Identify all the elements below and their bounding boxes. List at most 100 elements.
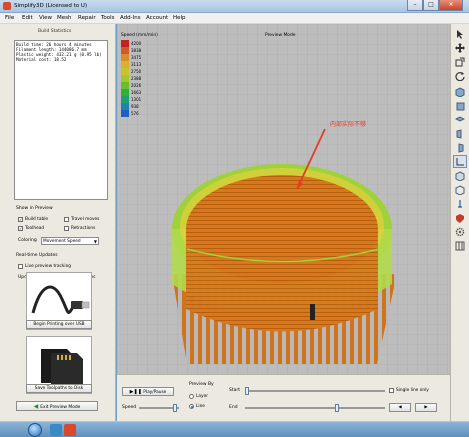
menu-repair[interactable]: Repair xyxy=(78,15,96,21)
grid-icon[interactable] xyxy=(453,239,467,252)
menu-bar: File Edit View Mesh Repair Tools Add-Ins… xyxy=(0,13,469,24)
minimize-button[interactable]: – xyxy=(407,0,423,11)
right-view-icon[interactable] xyxy=(453,141,467,154)
show-in-preview-title: Show in Preview xyxy=(16,206,53,211)
taskbar xyxy=(0,421,469,437)
legend-swatch xyxy=(121,54,129,61)
app-icon xyxy=(3,2,11,10)
checkbox-box xyxy=(389,388,394,393)
radio-circle xyxy=(189,394,194,399)
menu-mesh[interactable]: Mesh xyxy=(57,15,71,21)
play-pause-label: Play/Pause xyxy=(143,390,167,395)
legend-swatch xyxy=(121,82,129,89)
preview-viewport[interactable]: Speed (mm/min) 4200 3838 3475 3113 2750 2388 2… xyxy=(117,24,450,374)
shield-icon[interactable] xyxy=(453,211,467,224)
line-radio[interactable]: Line xyxy=(189,404,205,409)
start-slider-track[interactable] xyxy=(245,390,385,392)
taskbar-app-icon[interactable] xyxy=(50,424,62,436)
top-view-icon[interactable] xyxy=(453,113,467,126)
settings-icon[interactable] xyxy=(453,225,467,238)
legend-swatch xyxy=(121,110,129,117)
start-button[interactable] xyxy=(28,423,42,437)
live-preview-label: Live preview tracking xyxy=(25,264,72,269)
scale-icon[interactable] xyxy=(453,55,467,68)
legend-swatch xyxy=(121,61,129,68)
preview-controls: ▶❚❚ Play/Pause Speed Preview By Layer Li… xyxy=(117,374,450,421)
coloring-select[interactable]: Movement Speed ▼ xyxy=(41,237,99,245)
front-view-icon[interactable] xyxy=(453,99,467,112)
menu-view[interactable]: View xyxy=(39,15,52,21)
radio-circle xyxy=(189,404,194,409)
legend-value: 3838 xyxy=(131,48,142,53)
menu-help[interactable]: Help xyxy=(173,15,186,21)
checkbox-box xyxy=(64,226,69,231)
legend-swatch xyxy=(121,75,129,82)
layer-radio[interactable]: Layer xyxy=(189,394,208,399)
cube-icon[interactable] xyxy=(453,169,467,182)
toolhead-marker xyxy=(310,304,315,320)
rotate-icon[interactable] xyxy=(453,69,467,82)
mode-label: Preview Mode xyxy=(265,33,296,38)
live-preview-checkbox[interactable]: Live preview tracking xyxy=(18,264,71,269)
start-slider-thumb[interactable] xyxy=(245,387,249,395)
retractions-checkbox[interactable]: Retractions xyxy=(64,226,95,231)
close-button[interactable]: ✕ xyxy=(439,0,463,11)
next-line-button[interactable]: ▶ xyxy=(415,403,437,412)
legend-swatch xyxy=(121,89,129,96)
annotation-text: 内部实际不够 xyxy=(330,121,367,128)
layer-icon[interactable] xyxy=(453,197,467,210)
legend-swatch xyxy=(121,47,129,54)
travel-moves-checkbox[interactable]: Travel moves xyxy=(64,217,99,222)
menu-account[interactable]: Account xyxy=(146,15,168,21)
prev-line-button[interactable]: ◀ xyxy=(389,403,411,412)
legend-entry: 2750 xyxy=(121,68,141,75)
chevron-down-icon: ▼ xyxy=(93,239,97,244)
end-label: End xyxy=(229,405,238,410)
single-line-checkbox[interactable]: Single line only xyxy=(389,388,429,393)
legend-entry: 3838 xyxy=(121,47,141,54)
coloring-value: Movement Speed xyxy=(43,239,81,244)
toolpath-render[interactable] xyxy=(117,24,450,374)
checkbox-box xyxy=(64,217,69,222)
left-view-icon[interactable] xyxy=(453,127,467,140)
travel-moves-label: Travel moves xyxy=(71,217,100,222)
realtime-updates-title: Real-time Updates xyxy=(16,253,58,258)
single-line-label: Single line only xyxy=(396,388,429,393)
legend-value: 4200 xyxy=(131,41,142,46)
save-toolpaths-button[interactable]: Save Toolpaths to Disk xyxy=(26,384,92,393)
exit-preview-button[interactable]: ◀ Exit Preview Mode xyxy=(16,401,98,411)
move-icon[interactable] xyxy=(453,41,467,54)
end-slider-thumb[interactable] xyxy=(335,404,339,412)
legend-swatch xyxy=(121,40,129,47)
line-label: Line xyxy=(196,404,205,409)
taskbar-app-icon[interactable] xyxy=(64,424,76,436)
checkbox-box: ✓ xyxy=(18,217,23,222)
menu-tools[interactable]: Tools xyxy=(101,15,115,21)
legend-value: 2026 xyxy=(131,83,142,88)
legend-value: 2388 xyxy=(131,76,142,81)
legend-value: 3113 xyxy=(131,62,142,67)
speed-slider-thumb[interactable] xyxy=(173,404,177,412)
maximize-button[interactable]: □ xyxy=(423,0,439,11)
build-statistics-box: Build time: 26 hours 4 minutes Filament … xyxy=(14,40,108,200)
menu-add-ins[interactable]: Add-Ins xyxy=(120,15,141,21)
back-arrow-icon: ◀ xyxy=(33,403,39,410)
legend-entry: 4200 xyxy=(121,40,141,47)
speed-label: Speed xyxy=(122,405,137,410)
build-table-checkbox[interactable]: ✓ Build table xyxy=(18,217,48,222)
menu-edit[interactable]: Edit xyxy=(22,15,33,21)
end-slider-track[interactable] xyxy=(245,407,385,409)
toolhead-checkbox[interactable]: ✓ Toolhead xyxy=(18,226,44,231)
select-icon[interactable] xyxy=(453,27,467,40)
exit-preview-label: Exit Preview Mode xyxy=(40,405,81,410)
play-pause-button[interactable]: ▶❚❚ Play/Pause xyxy=(122,387,174,396)
menu-file[interactable]: File xyxy=(5,15,14,21)
section-icon[interactable] xyxy=(453,183,467,196)
iso-view-icon[interactable] xyxy=(453,85,467,98)
legend-entry: 3475 xyxy=(121,54,141,61)
legend-value: 576 xyxy=(131,111,139,116)
start-label: Start xyxy=(229,388,240,393)
axes-icon[interactable] xyxy=(453,155,467,168)
begin-printing-usb-button[interactable]: Begin Printing over USB xyxy=(26,320,92,329)
legend-swatch xyxy=(121,103,129,110)
